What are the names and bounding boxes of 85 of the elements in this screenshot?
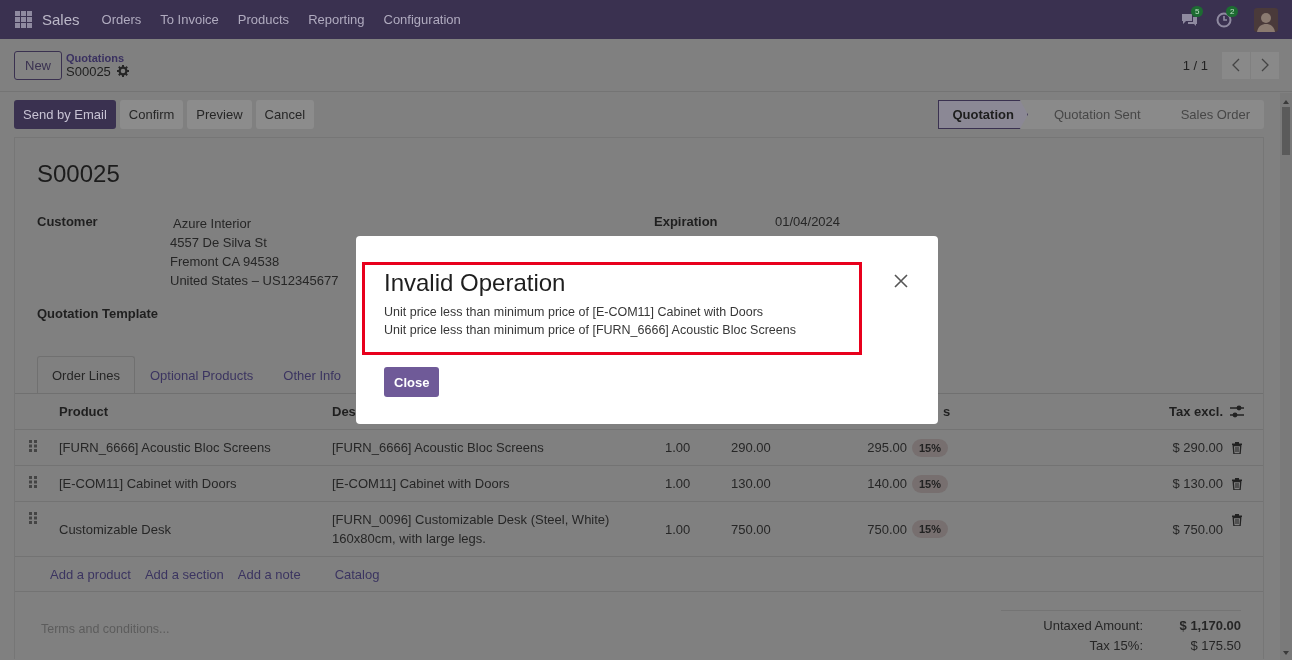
status-step[interactable]: Quotation — [937, 100, 1028, 129]
record-name: S00025 — [66, 63, 111, 79]
table-cell-text: [FURN_0096] Customizable Desk (Steel, White) 160x80cm, with large legs. — [332, 511, 610, 548]
table-cell-text: [FURN_6666] Acoustic Bloc Screens — [332, 439, 544, 457]
table-cell: [FURN_6666] Acoustic Bloc Screens — [59, 440, 271, 455]
app-name[interactable]: Sales — [42, 11, 80, 28]
status-step[interactable]: Quotation Sent — [1027, 100, 1155, 129]
menu-item[interactable]: Reporting — [308, 12, 365, 27]
chevron-left-icon — [1232, 58, 1240, 72]
total-label: Tax 15%: — [1088, 637, 1143, 655]
date-value[interactable]: 01/04/2024 — [775, 214, 841, 229]
table-cell: $ 290.00 — [1172, 440, 1223, 455]
column-header[interactable]: Product — [59, 404, 109, 419]
trash-icon[interactable] — [1232, 441, 1242, 454]
avatar-icon[interactable] — [1254, 7, 1278, 32]
trash-icon[interactable] — [1232, 477, 1242, 490]
record-title: S00025 — [37, 160, 121, 189]
chevron-right-icon — [1261, 58, 1269, 72]
total-value: $ 175.50 — [1189, 637, 1241, 655]
table-cell: 130.00 — [731, 476, 771, 491]
table-cell: $ 750.00 — [1172, 521, 1223, 537]
drag-handle-icon[interactable] — [28, 512, 37, 524]
table-cell: 140.00 — [867, 476, 907, 491]
chat-icon[interactable] — [1181, 12, 1198, 27]
total-value: $ 1,170.00 — [1178, 617, 1241, 635]
field-label: Expiration — [654, 214, 719, 229]
menu-item[interactable]: To Invoice — [160, 12, 219, 27]
notification-badge: 2 — [1226, 5, 1239, 17]
clock-icon[interactable] — [1216, 11, 1232, 28]
add-link[interactable]: Catalog — [334, 566, 380, 582]
action-button[interactable]: Confirm — [119, 100, 184, 129]
table-cell: 290.00 — [731, 440, 771, 455]
customer-name[interactable]: Azure Interior — [170, 214, 339, 233]
table-cell: 1.00 — [665, 476, 691, 491]
new-button[interactable]: New — [14, 50, 62, 80]
field-label: Quotation Template — [37, 306, 159, 321]
menu-item[interactable]: Orders — [101, 12, 142, 27]
address-line: Fremont CA 94538 — [170, 253, 281, 271]
add-link[interactable]: Add a section — [144, 566, 224, 582]
column-header[interactable]: Des — [332, 404, 356, 419]
drag-handle-icon[interactable] — [28, 476, 37, 488]
close-button[interactable]: Close — [384, 367, 440, 397]
error-message: Unit price less than minimum price of [FURN_6666] Acoustic Bloc Screens — [384, 322, 797, 339]
sliders-icon[interactable] — [1230, 405, 1244, 418]
address-line: 4557 De Silva St — [170, 234, 268, 252]
tax-tag: 15% — [912, 474, 949, 493]
action-button[interactable]: Cancel — [255, 100, 315, 129]
table-cell: 750.00 — [867, 521, 907, 537]
tax-tag: 15% — [912, 438, 949, 457]
add-link[interactable]: Add a note — [237, 566, 301, 582]
primary-button[interactable]: Send by Email — [14, 100, 116, 129]
tab[interactable]: Order Lines — [37, 356, 135, 393]
column-header[interactable]: s — [943, 404, 951, 419]
notification-badge: 5 — [1191, 6, 1204, 17]
gear-icon[interactable] — [116, 65, 129, 77]
close-icon — [894, 274, 908, 288]
menu-item[interactable]: Configuration — [383, 12, 461, 27]
field-label: Customer — [37, 214, 99, 231]
drag-handle-icon[interactable] — [28, 440, 37, 452]
column-header[interactable]: Tax excl. — [1169, 404, 1223, 419]
trash-icon[interactable] — [1232, 514, 1242, 526]
status-step[interactable]: Sales Order — [1154, 100, 1264, 129]
add-link[interactable]: Add a product — [50, 566, 131, 582]
pager-counter: 1 / 1 — [1182, 57, 1208, 73]
error-message: Unit price less than minimum price of [E-COM11] Cabinet with Doors — [384, 304, 765, 321]
table-cell: $ 130.00 — [1172, 476, 1223, 491]
dialog-title: Invalid Operation — [384, 269, 567, 297]
action-button[interactable]: Preview — [187, 100, 252, 129]
total-label: Untaxed Amount: — [1042, 617, 1143, 635]
table-cell: 295.00 — [867, 440, 907, 455]
menu-item[interactable]: Products — [237, 12, 290, 27]
tax-tag: 15% — [912, 520, 949, 538]
tab[interactable]: Other Info — [268, 356, 357, 393]
table-cell: 1.00 — [665, 521, 691, 537]
scrollbar[interactable] — [1280, 93, 1292, 660]
breadcrumb-link[interactable]: Quotations — [66, 51, 129, 64]
close-button[interactable] — [894, 274, 908, 288]
address-line: United States – US12345677 — [170, 272, 339, 290]
table-cell: [E-COM11] Cabinet with Doors — [59, 476, 237, 491]
apps-grid-icon[interactable] — [15, 11, 32, 28]
table-cell: Customizable Desk — [59, 521, 171, 537]
tab[interactable]: Optional Products — [134, 356, 269, 393]
table-cell-text: [E-COM11] Cabinet with Doors — [332, 475, 510, 493]
table-cell: 750.00 — [731, 521, 771, 537]
table-cell: 1.00 — [665, 440, 691, 455]
